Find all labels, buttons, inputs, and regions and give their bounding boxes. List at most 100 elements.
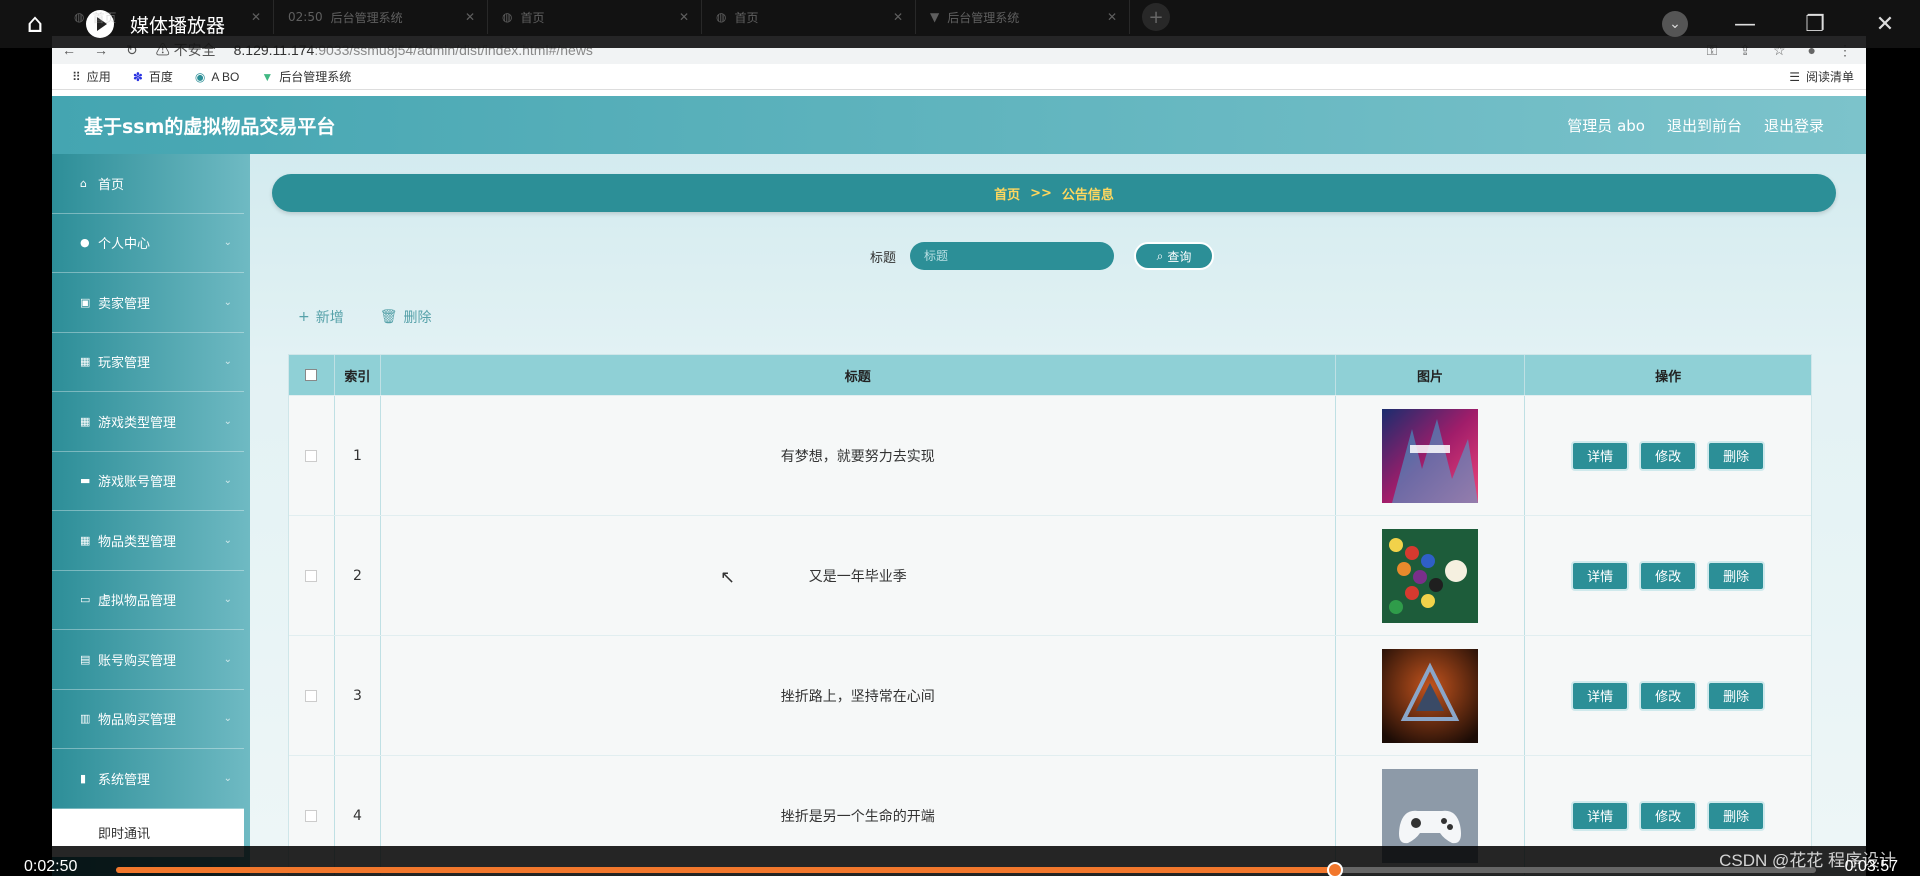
detail-button[interactable]: 详情 xyxy=(1571,680,1630,711)
edit-button[interactable]: 修改 xyxy=(1639,680,1698,711)
browser-tab[interactable]: ◍ 首页 ✕ xyxy=(702,0,916,34)
billiard-balls-image xyxy=(1382,528,1478,623)
sidebar-item-game-types[interactable]: ▦ 游戏类型管理 ⌄ xyxy=(52,392,244,452)
tab-label: 首页 xyxy=(520,10,545,25)
chevron-down-icon: ⌄ xyxy=(223,475,232,487)
row-select[interactable] xyxy=(289,516,335,635)
sidebar-item-label: 系统管理 xyxy=(98,772,151,788)
sidebar: ⌂ 首页 ● 个人中心 ⌄ ▣ 卖家管理 ⌄ ▦ 玩家管理 ⌄ ▦ 游戏类型管理 ⌄ ▬ 游戏账号管… xyxy=(52,154,250,876)
seek-handle[interactable] xyxy=(1326,862,1343,876)
close-tab-icon[interactable]: ✕ xyxy=(1107,10,1117,24)
search-button-label: 查询 xyxy=(1167,249,1192,264)
bookmark-baidu[interactable]: ✽ 百度 xyxy=(133,68,173,85)
edit-button[interactable]: 修改 xyxy=(1639,440,1698,471)
bookmark-abo[interactable]: ◉ A BO xyxy=(195,70,240,84)
row-checkbox[interactable] xyxy=(305,449,318,462)
app-header: 基于ssm的虚拟物品交易平台 管理员 abo 退出到前台 退出登录 xyxy=(52,96,1866,154)
sidebar-item-home[interactable]: ⌂ 首页 xyxy=(52,154,244,214)
row-select[interactable] xyxy=(289,396,335,515)
current-time: 0:02:50 xyxy=(24,858,78,875)
close-tab-icon[interactable]: ✕ xyxy=(465,10,475,24)
grid-icon: ▦ xyxy=(80,414,91,428)
tab-label: 首页 xyxy=(734,10,759,25)
bookmark-admin[interactable]: ▼ 后台管理系统 xyxy=(261,68,351,85)
sidebar-item-game-accounts[interactable]: ▬ 游戏账号管理 ⌄ xyxy=(52,452,244,511)
dark-triangle-logo-image xyxy=(1382,648,1478,743)
sidebar-item-label: 物品类型管理 xyxy=(98,534,177,550)
edit-button[interactable]: 修改 xyxy=(1639,800,1698,831)
globe-icon: ◍ xyxy=(502,10,513,24)
grid-icon: ▦ xyxy=(80,533,91,547)
app-title: 基于ssm的虚拟物品交易平台 xyxy=(84,115,336,138)
browser-tab[interactable]: 02:50 后台管理系统 ✕ xyxy=(274,0,488,34)
chevron-down-icon: ⌄ xyxy=(223,594,232,606)
delete-button[interactable]: 删除 xyxy=(1707,560,1766,591)
bulk-delete-button[interactable]: 🗑 删除 xyxy=(380,307,432,327)
dropdown-icon[interactable]: ⌄ xyxy=(1640,0,1710,48)
browser-tab[interactable]: ◍ 首页 ✕ xyxy=(488,0,702,34)
row-checkbox[interactable] xyxy=(305,809,318,822)
restore-icon[interactable]: ❐ xyxy=(1780,0,1850,48)
row-image-cell xyxy=(1336,396,1526,515)
row-checkbox[interactable] xyxy=(305,569,318,582)
seek-bar[interactable] xyxy=(116,862,1816,876)
sidebar-item-players[interactable]: ▦ 玩家管理 ⌄ xyxy=(52,333,244,392)
row-checkbox[interactable] xyxy=(305,689,318,702)
sidebar-item-system[interactable]: ▮ 系统管理 ⌄ xyxy=(52,749,244,809)
mouse-cursor-icon: ↖ xyxy=(720,567,736,588)
bulk-delete-label: 删除 xyxy=(403,310,432,326)
minimize-icon[interactable]: — xyxy=(1710,0,1780,48)
breadcrumb-home[interactable]: 首页 xyxy=(994,184,1020,203)
close-tab-icon[interactable]: ✕ xyxy=(893,10,903,24)
new-tab-icon[interactable]: + xyxy=(1142,3,1170,31)
bookmark-label: A BO xyxy=(211,69,240,84)
admin-user-link[interactable]: 管理员 abo xyxy=(1567,115,1645,136)
header-select-all[interactable] xyxy=(289,355,335,395)
detail-button[interactable]: 详情 xyxy=(1571,560,1630,591)
header-index: 索引 xyxy=(335,355,381,395)
browser-tab[interactable]: ◍ 首页 ✕ xyxy=(60,0,274,34)
delete-button[interactable]: 删除 xyxy=(1707,440,1766,471)
chevron-down-icon: ⌄ xyxy=(223,772,232,784)
sidebar-item-account-purchases[interactable]: ▤ 账号购买管理 ⌄ xyxy=(52,630,244,690)
browser-tab[interactable]: ▼ 后台管理系统 ✕ xyxy=(916,0,1130,34)
reading-list[interactable]: ☰ 阅读清单 xyxy=(1789,68,1854,85)
delete-button[interactable]: 删除 xyxy=(1707,800,1766,831)
bookmark-apps[interactable]: ⠿ 应用 xyxy=(72,68,111,85)
sidebar-item-item-purchases[interactable]: ▥ 物品购买管理 ⌄ xyxy=(52,690,244,749)
close-icon[interactable]: ✕ xyxy=(1850,0,1920,48)
select-all-checkbox[interactable] xyxy=(305,369,318,381)
row-select[interactable] xyxy=(289,636,335,755)
header-title: 标题 xyxy=(381,355,1336,395)
sidebar-item-label: 首页 xyxy=(98,177,125,193)
chevron-down-icon: ⌄ xyxy=(223,415,232,427)
trash-icon: 🗑 xyxy=(379,309,398,325)
search-row: 标题 ⌕查询 xyxy=(870,242,1215,270)
close-tab-icon[interactable]: ✕ xyxy=(679,10,689,24)
delete-button[interactable]: 删除 xyxy=(1707,680,1766,711)
bookmark-label: 应用 xyxy=(86,70,111,84)
sidebar-item-label: 物品购买管理 xyxy=(98,713,177,729)
exit-to-front-link[interactable]: 退出到前台 xyxy=(1667,115,1742,136)
sidebar-item-profile[interactable]: ● 个人中心 ⌄ xyxy=(52,214,244,273)
logout-link[interactable]: 退出登录 xyxy=(1764,115,1824,136)
detail-button[interactable]: 详情 xyxy=(1571,800,1630,831)
home-icon: ⌂ xyxy=(80,176,87,190)
detail-button[interactable]: 详情 xyxy=(1571,440,1630,471)
bookmark-label: 后台管理系统 xyxy=(279,70,352,84)
sidebar-item-virtual-items[interactable]: ▭ 虚拟物品管理 ⌄ xyxy=(52,571,244,630)
close-tab-icon[interactable]: ✕ xyxy=(251,10,261,24)
row-index: 2 xyxy=(335,516,381,635)
breadcrumb-separator: >> xyxy=(1030,185,1052,201)
bookmarks-bar: ⠿ 应用 ✽ 百度 ◉ A BO ▼ 后台管理系统 ☰ 阅读清单 xyxy=(52,64,1866,90)
vue-icon: ▼ xyxy=(930,10,940,24)
row-ops: 详情 修改 删除 xyxy=(1525,396,1811,515)
search-input[interactable] xyxy=(910,242,1115,270)
sidebar-item-sellers[interactable]: ▣ 卖家管理 ⌄ xyxy=(52,273,244,333)
add-button[interactable]: + 新增 xyxy=(298,307,344,327)
sidebar-item-item-types[interactable]: ▦ 物品类型管理 ⌄ xyxy=(52,511,244,571)
row-index: 3 xyxy=(335,636,381,755)
edit-button[interactable]: 修改 xyxy=(1639,560,1698,591)
grid-icon: ▦ xyxy=(80,355,91,369)
search-button[interactable]: ⌕ 查询 xyxy=(1134,242,1215,270)
